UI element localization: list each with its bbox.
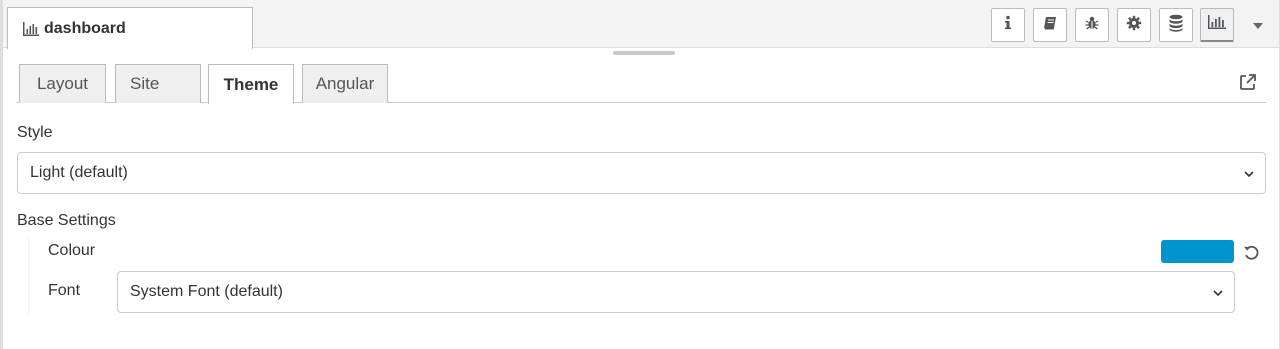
tab-theme[interactable]: Theme	[208, 64, 294, 104]
bar-chart-icon	[22, 21, 40, 37]
colour-picker-swatch[interactable]	[1161, 240, 1234, 263]
open-in-new-window-button[interactable]	[1238, 72, 1258, 92]
database-icon	[1168, 14, 1184, 37]
base-settings-heading: Base Settings	[17, 212, 116, 229]
config-button[interactable]	[1117, 8, 1151, 42]
chevron-down-icon	[1243, 167, 1255, 185]
tab-label: Layout	[36, 74, 89, 93]
book-icon	[1042, 15, 1058, 36]
tab-label: Angular	[315, 74, 375, 93]
bug-icon	[1084, 15, 1100, 36]
dashboard-button[interactable]	[1200, 8, 1234, 42]
debug-button[interactable]	[1075, 8, 1109, 42]
bar-chart-icon	[1207, 14, 1227, 35]
tab-angular[interactable]: Angular	[302, 64, 388, 103]
style-select[interactable]: Light (default)	[17, 152, 1266, 194]
chevron-down-icon	[1212, 286, 1224, 304]
style-label: Style	[17, 124, 53, 141]
tab-label: Theme	[223, 74, 279, 94]
divider	[28, 236, 29, 316]
tab-label: Site	[130, 74, 160, 93]
style-select-value: Light (default)	[30, 164, 128, 181]
context-button[interactable]	[1159, 8, 1193, 42]
info-icon	[1001, 15, 1015, 36]
font-label: Font	[48, 282, 81, 299]
sidebar-menu-dropdown[interactable]	[1246, 14, 1270, 38]
font-select-value: System Font (default)	[130, 283, 283, 300]
font-select[interactable]: System Font (default)	[117, 271, 1235, 313]
gear-icon	[1126, 15, 1142, 36]
tab-layout[interactable]: Layout	[19, 64, 106, 103]
reset-colour-button[interactable]	[1242, 243, 1260, 261]
info-button[interactable]	[991, 8, 1025, 42]
sidebar-tab-dashboard[interactable]: dashboard	[7, 7, 253, 49]
sidebar-tab-title: dashboard	[44, 19, 126, 37]
external-link-icon	[1238, 74, 1258, 96]
caret-down-icon	[1252, 17, 1264, 35]
resize-handle[interactable]	[613, 51, 675, 55]
colour-label: Colour	[48, 242, 96, 259]
tab-site[interactable]: Site	[115, 64, 201, 103]
dashboard-tab-bar	[17, 64, 1266, 103]
undo-icon	[1242, 245, 1260, 265]
help-button[interactable]	[1033, 8, 1067, 42]
